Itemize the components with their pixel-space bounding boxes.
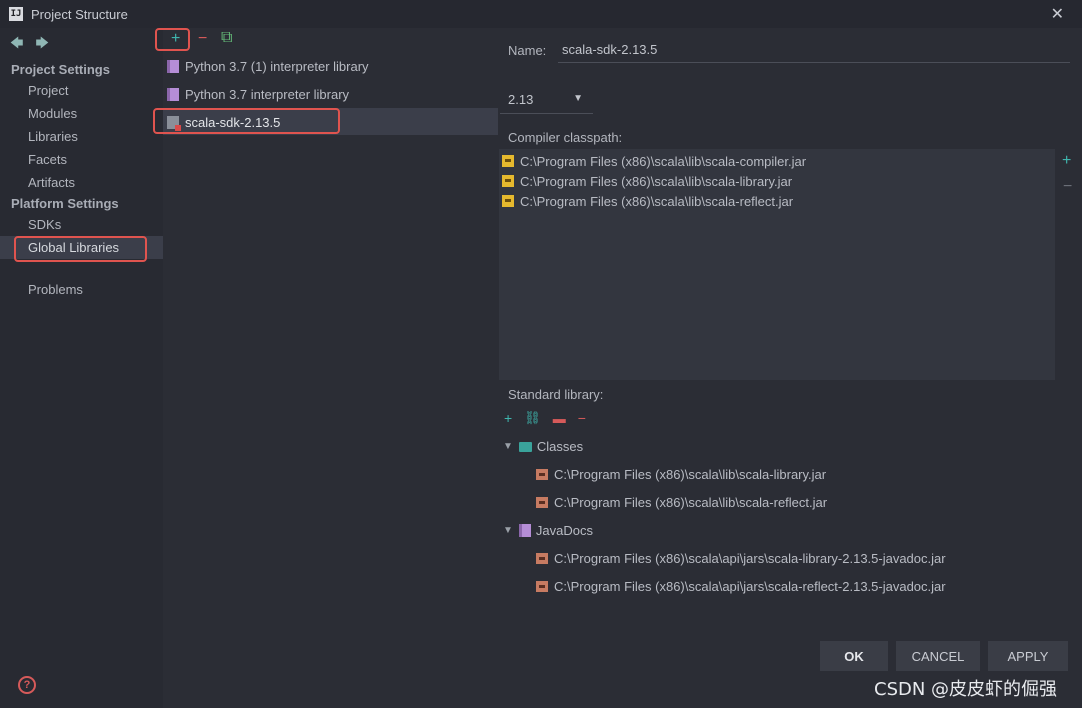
- javadocs-entry[interactable]: C:\Program Files (x86)\scala\api\jars\sc…: [536, 579, 946, 594]
- javadocs-node-label: JavaDocs: [535, 523, 593, 538]
- back-arrow-icon[interactable]: 🡄: [10, 34, 23, 56]
- scala-sdk-icon: [167, 115, 181, 131]
- classpath-entry[interactable]: C:\Program Files (x86)\scala\lib\scala-c…: [502, 151, 806, 171]
- chevron-down-icon: ▼: [573, 93, 583, 104]
- add-root-button[interactable]: +: [504, 410, 512, 426]
- javadocs-entry[interactable]: C:\Program Files (x86)\scala\api\jars\sc…: [536, 551, 946, 566]
- sidebar-item-sdks[interactable]: SDKs: [28, 217, 61, 232]
- close-icon[interactable]: ✕: [1051, 4, 1064, 24]
- library-item-label: scala-sdk-2.13.5: [185, 114, 281, 130]
- remove-root-button[interactable]: −: [578, 410, 586, 426]
- jar-icon: [536, 469, 548, 480]
- scala-version-dropdown[interactable]: 2.13 ▼: [500, 84, 593, 114]
- intellij-app-icon: IJ: [9, 7, 23, 21]
- chevron-down-icon: ▼: [503, 441, 513, 452]
- classes-entry-label: C:\Program Files (x86)\scala\lib\scala-l…: [554, 467, 827, 482]
- javadocs-entry-label: C:\Program Files (x86)\scala\api\jars\sc…: [554, 579, 946, 594]
- library-item[interactable]: Python 3.7 interpreter library: [167, 81, 349, 107]
- sidebar-item-artifacts[interactable]: Artifacts: [28, 175, 75, 190]
- javadocs-book-icon: [518, 524, 531, 537]
- library-details-pane: Name: scala-sdk-2.13.5 2.13 ▼ Compiler c…: [498, 28, 1082, 708]
- sidebar-item-modules[interactable]: Modules: [28, 106, 77, 121]
- classes-entry-label: C:\Program Files (x86)\scala\lib\scala-r…: [554, 495, 828, 510]
- copy-library-button[interactable]: ⧉: [221, 29, 232, 47]
- attach-link-icon[interactable]: ⛓: [524, 410, 541, 426]
- library-icon: [167, 59, 179, 73]
- window-title: Project Structure: [31, 6, 128, 22]
- library-item-label: Python 3.7 (1) interpreter library: [185, 58, 369, 74]
- jar-icon: [536, 553, 548, 564]
- classes-entry[interactable]: C:\Program Files (x86)\scala\lib\scala-r…: [536, 495, 827, 510]
- sidebar-item-problems[interactable]: Problems: [28, 282, 83, 297]
- help-icon[interactable]: ?: [18, 676, 36, 694]
- sidebar-item-facets[interactable]: Facets: [28, 152, 67, 167]
- library-item[interactable]: Python 3.7 (1) interpreter library: [167, 53, 369, 79]
- sidebar-item-libraries[interactable]: Libraries: [28, 129, 78, 144]
- scala-version-value: 2.13: [508, 92, 534, 107]
- apply-button[interactable]: APPLY: [988, 641, 1068, 671]
- classpath-entry-label: C:\Program Files (x86)\scala\lib\scala-c…: [520, 153, 807, 169]
- classes-node-label: Classes: [536, 439, 584, 454]
- add-folder-button[interactable]: ▬: [553, 411, 566, 426]
- name-field[interactable]: scala-sdk-2.13.5: [558, 36, 1070, 63]
- jar-icon: [502, 175, 514, 187]
- javadocs-node[interactable]: ▼ JavaDocs: [503, 523, 593, 538]
- standard-library-toolbar: + ⛓ ▬ −: [504, 410, 586, 426]
- classes-entry[interactable]: C:\Program Files (x86)\scala\lib\scala-l…: [536, 467, 826, 482]
- ok-button[interactable]: OK: [820, 641, 888, 671]
- jar-icon: [536, 497, 548, 508]
- nav-arrows: 🡄 🡆: [10, 34, 49, 56]
- standard-library-label: Standard library:: [508, 387, 604, 402]
- name-label: Name:: [508, 43, 547, 58]
- library-list-pane: + − ⧉ Python 3.7 (1) interpreter library…: [163, 28, 498, 708]
- javadocs-entry-label: C:\Program Files (x86)\scala\api\jars\sc…: [554, 551, 946, 566]
- library-list-toolbar: + − ⧉: [163, 28, 498, 52]
- jar-icon: [502, 195, 514, 207]
- title-bar: IJ Project Structure ✕: [0, 0, 1082, 28]
- remove-library-button[interactable]: −: [198, 30, 207, 48]
- csdn-watermark: CSDN @皮皮虾的倔强: [874, 679, 1058, 700]
- library-item-label: Python 3.7 interpreter library: [185, 86, 350, 102]
- compiler-classpath-label: Compiler classpath:: [508, 130, 623, 145]
- remove-classpath-button[interactable]: −: [1063, 178, 1072, 196]
- classpath-entry-label: C:\Program Files (x86)\scala\lib\scala-r…: [520, 193, 794, 209]
- classpath-entry-label: C:\Program Files (x86)\scala\lib\scala-l…: [520, 173, 793, 189]
- jar-icon: [502, 155, 514, 167]
- project-settings-heading: Project Settings: [11, 62, 110, 77]
- platform-settings-heading: Platform Settings: [11, 196, 119, 211]
- settings-sidebar: 🡄 🡆 Project Settings Project Modules Lib…: [0, 28, 163, 708]
- add-library-button[interactable]: +: [171, 30, 180, 48]
- forward-arrow-icon[interactable]: 🡆: [35, 34, 48, 56]
- chevron-down-icon: ▼: [503, 525, 513, 536]
- classpath-entry[interactable]: C:\Program Files (x86)\scala\lib\scala-r…: [502, 191, 793, 211]
- add-classpath-button[interactable]: +: [1062, 152, 1071, 170]
- classes-node[interactable]: ▼ Classes: [503, 439, 583, 454]
- cancel-button[interactable]: CANCEL: [896, 641, 980, 671]
- jar-icon: [536, 581, 548, 592]
- sidebar-item-project[interactable]: Project: [28, 83, 68, 98]
- sidebar-item-global-libraries[interactable]: Global Libraries: [28, 240, 119, 255]
- classpath-entry[interactable]: C:\Program Files (x86)\scala\lib\scala-l…: [502, 171, 792, 191]
- compiler-classpath-list[interactable]: C:\Program Files (x86)\scala\lib\scala-c…: [499, 149, 1055, 380]
- library-icon: [167, 87, 179, 101]
- classes-folder-icon: [518, 441, 532, 452]
- library-item-selected[interactable]: scala-sdk-2.13.5: [167, 109, 280, 135]
